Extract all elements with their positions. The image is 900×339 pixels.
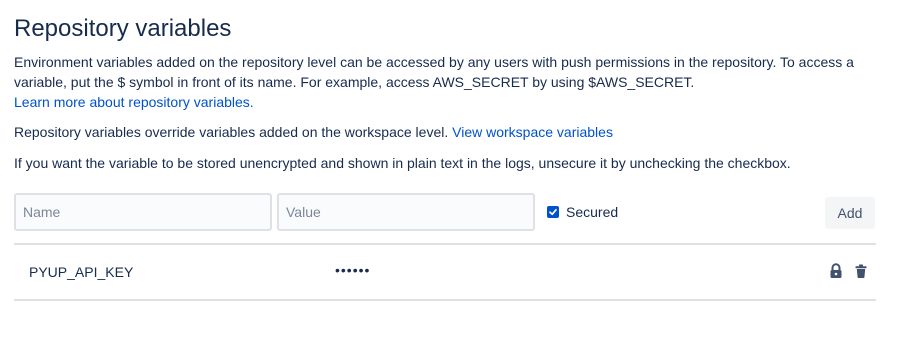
override-text: Repository variables override variables … — [14, 124, 453, 140]
add-button[interactable]: Add — [825, 197, 875, 229]
override-paragraph: Repository variables override variables … — [14, 122, 613, 142]
page-title: Repository variables — [14, 15, 232, 42]
hint-paragraph: If you want the variable to be stored un… — [14, 155, 791, 171]
checkmark-icon — [549, 208, 557, 216]
view-workspace-variables-link[interactable]: View workspace variables — [452, 124, 613, 140]
table-divider-top — [14, 243, 876, 245]
name-input[interactable] — [14, 193, 272, 231]
intro-paragraph: Environment variables added on the repos… — [14, 52, 874, 112]
intro-text: Environment variables added on the repos… — [14, 54, 854, 90]
secured-checkbox[interactable] — [547, 206, 559, 218]
variable-value-masked: •••••• — [335, 262, 371, 278]
secured-checkbox-control[interactable]: Secured — [547, 203, 618, 221]
trash-icon[interactable] — [854, 263, 868, 279]
value-input[interactable] — [277, 193, 535, 231]
table-divider-bottom — [14, 299, 876, 301]
variable-key: PYUP_API_KEY — [29, 264, 134, 280]
lock-icon — [829, 263, 843, 279]
learn-more-link[interactable]: Learn more about repository variables. — [14, 94, 254, 110]
secured-label: Secured — [566, 204, 619, 220]
repository-variables-page: Repository variables Environment variabl… — [0, 0, 900, 339]
